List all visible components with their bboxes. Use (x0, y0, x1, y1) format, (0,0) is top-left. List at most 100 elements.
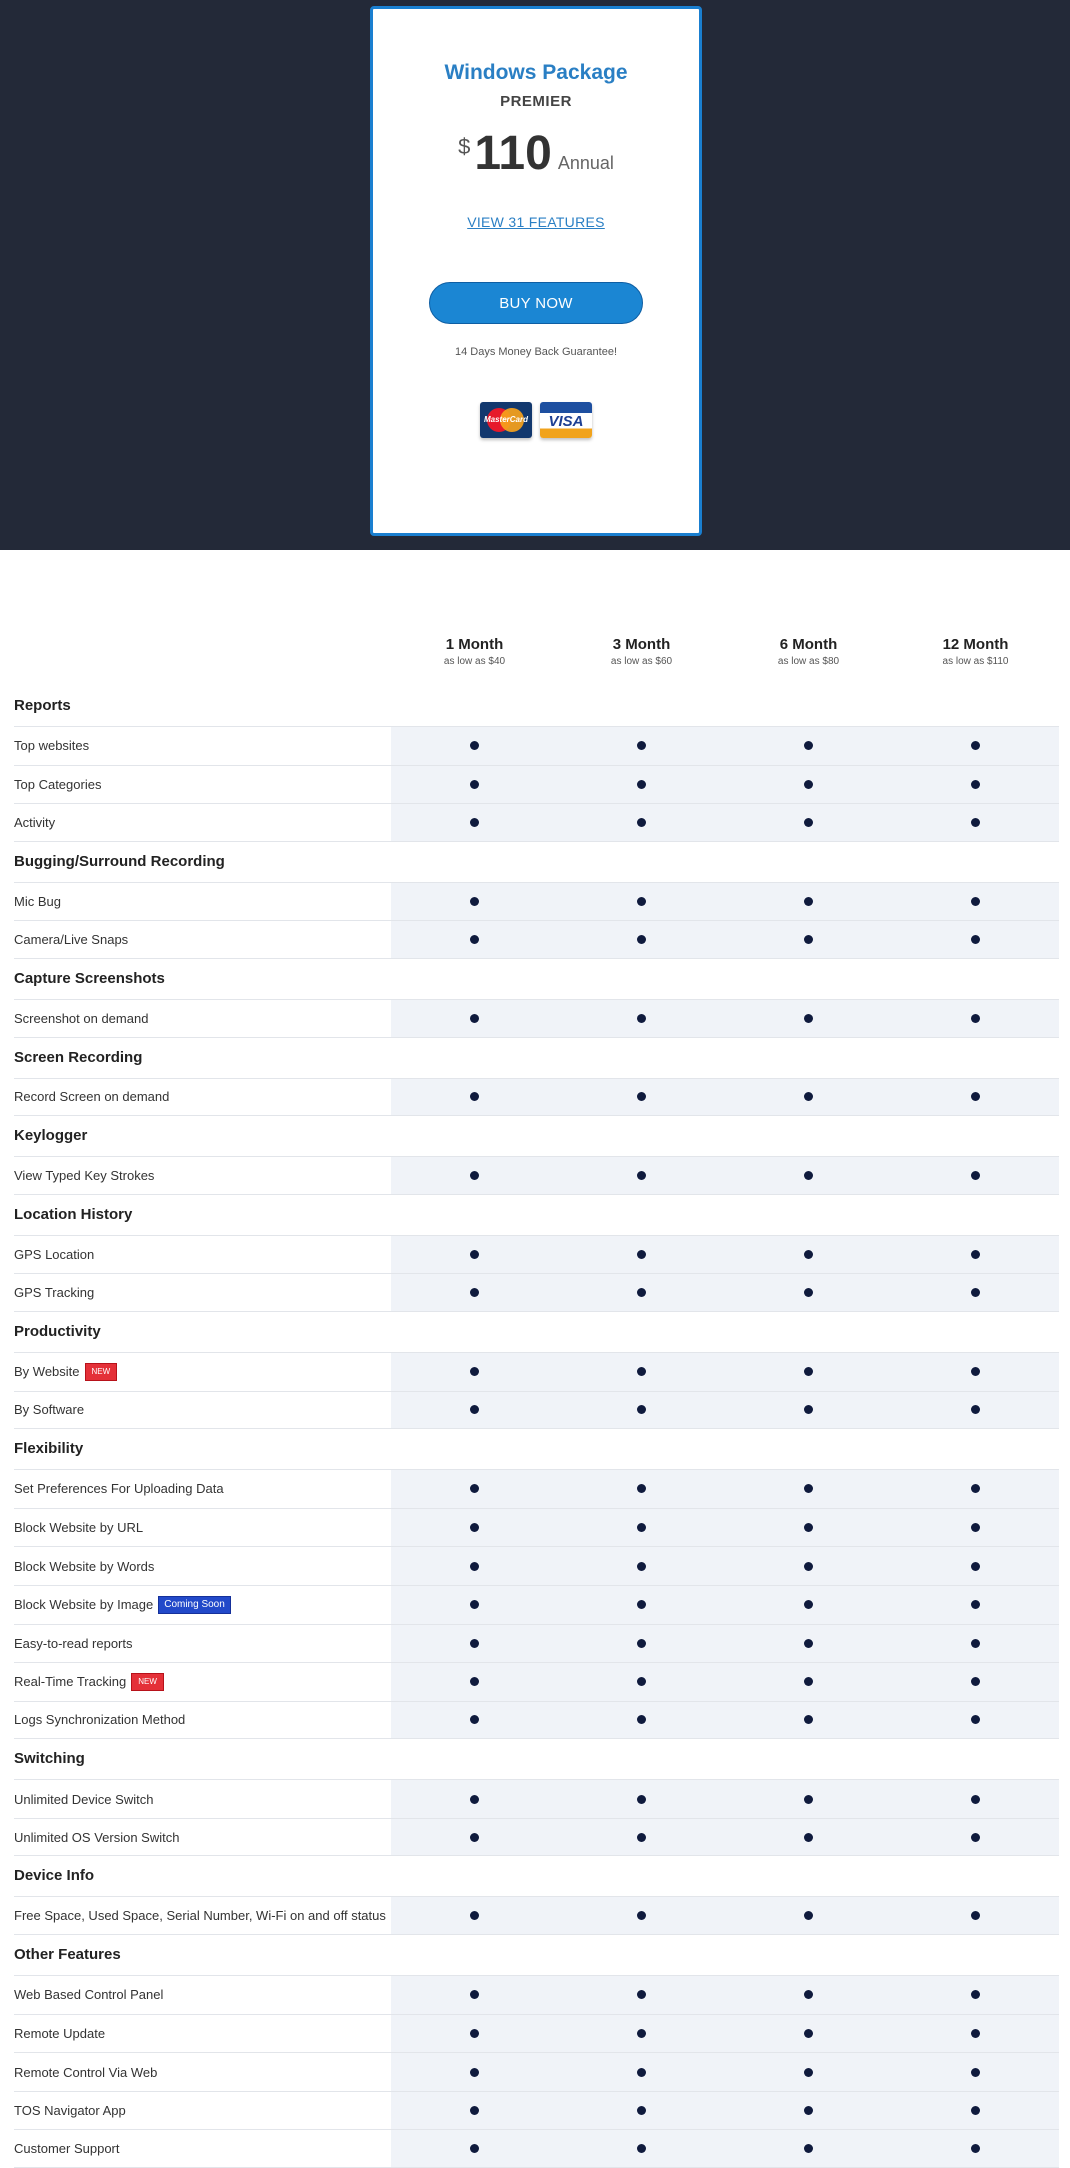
feature-name: Real-Time Tracking (14, 1674, 127, 1690)
feature-label: Camera/Live Snaps (14, 921, 391, 958)
plan-cell (725, 1663, 892, 1701)
included-dot-icon (804, 1170, 813, 1180)
included-dot-icon (971, 1600, 980, 1610)
table-row: Remote Update (14, 2013, 1059, 2053)
included-dot-icon (470, 2028, 479, 2038)
included-dot-icon (470, 1367, 479, 1377)
view-features-link[interactable]: VIEW 31 FEATURES (467, 214, 605, 230)
included-dot-icon (470, 1170, 479, 1180)
included-dot-icon (971, 1484, 980, 1494)
section-heading: Flexibility (14, 1440, 84, 1458)
included-dot-icon (637, 1911, 646, 1921)
plan-cell (892, 766, 1059, 804)
feature-name: View Typed Key Strokes (14, 1167, 155, 1183)
feature-name: By Software (14, 1402, 85, 1418)
package-title: Windows Package (444, 61, 628, 84)
included-dot-icon (470, 817, 479, 827)
feature-comparison-table: 1 Month as low as $40 3 Month as low as $60… (0, 550, 1070, 2168)
section-heading: Bugging/Surround Recording (14, 852, 225, 870)
feature-name: Free Space, Used Space, Serial Number, W… (14, 1908, 386, 1924)
included-dot-icon (804, 2028, 813, 2038)
plan-cell (391, 1586, 558, 1624)
plan-cell (558, 804, 725, 841)
included-dot-icon (470, 1677, 479, 1687)
plan-cell (391, 1274, 558, 1311)
plan-cell (558, 1509, 725, 1547)
included-dot-icon (637, 2144, 646, 2154)
included-dot-icon (470, 897, 479, 907)
plan-cell (558, 1274, 725, 1311)
feature-name: Web Based Control Panel (14, 1987, 164, 2003)
feature-name: GPS Tracking (14, 1285, 95, 1301)
new-badge: NEW (84, 1362, 118, 1381)
plan-cell (558, 1625, 725, 1663)
feature-label: Top websites (14, 727, 391, 765)
plan-cell (892, 1625, 1059, 1663)
included-dot-icon (637, 1523, 646, 1533)
included-dot-icon (971, 2144, 980, 2154)
plan-cell (558, 2053, 725, 2091)
included-dot-icon (637, 779, 646, 789)
included-dot-icon (971, 1638, 980, 1648)
pricing-card: Windows Package PREMIER $ 110 Annual VIE… (370, 6, 702, 536)
included-dot-icon (804, 1367, 813, 1377)
section-heading: Other Features (14, 1946, 121, 1964)
plan-name: 12 Month (942, 636, 1009, 653)
plan-cell (391, 727, 558, 765)
plan-cell (892, 1702, 1059, 1739)
included-dot-icon (470, 1990, 479, 2000)
buy-now-button[interactable]: BUY NOW (429, 282, 643, 324)
plan-cell (558, 1000, 725, 1037)
plan-cell (558, 1547, 725, 1585)
included-dot-icon (971, 1288, 980, 1298)
included-dot-icon (804, 2067, 813, 2077)
table-row: By Website NEW (14, 1351, 1059, 1391)
plan-cell (391, 2053, 558, 2091)
plan-cell (391, 1819, 558, 1856)
plan-cell (558, 1157, 725, 1194)
included-dot-icon (470, 1832, 479, 1842)
feature-label: Unlimited OS Version Switch (14, 1819, 391, 1856)
table-row: TOS Navigator App (14, 2090, 1059, 2130)
plan-cell (391, 1976, 558, 2014)
included-dot-icon (637, 817, 646, 827)
plan-cell (558, 727, 725, 765)
included-dot-icon (637, 2106, 646, 2116)
plan-cell (725, 1897, 892, 1934)
included-dot-icon (637, 1092, 646, 1102)
feature-name: Remote Control Via Web (14, 2064, 158, 2080)
feature-label: Activity (14, 804, 391, 841)
plan-cell (892, 1819, 1059, 1856)
plan-cell (558, 1780, 725, 1818)
new-badge: NEW (131, 1672, 164, 1691)
feature-name: Customer Support (14, 2141, 120, 2157)
plan-cell (725, 766, 892, 804)
table-row: Unlimited Device Switch (14, 1779, 1059, 1818)
table-row: Screenshot on demand (14, 998, 1059, 1038)
price: $ 110 Annual (373, 130, 699, 178)
table-row: GPS Tracking (14, 1273, 1059, 1312)
feature-label: GPS Location (14, 1236, 391, 1274)
included-dot-icon (971, 1013, 980, 1023)
package-tier: PREMIER (500, 93, 572, 110)
included-dot-icon (971, 779, 980, 789)
plan-cell (391, 1702, 558, 1739)
plan-cell (558, 921, 725, 958)
plan-column-3: 6 Month as low as $80 (725, 636, 892, 686)
included-dot-icon (804, 1288, 813, 1298)
included-dot-icon (804, 1250, 813, 1260)
plan-cell (725, 1780, 892, 1818)
plan-cell (391, 921, 558, 958)
plan-cell (558, 1897, 725, 1934)
feature-label: Remote Control Via Web (14, 2053, 391, 2091)
plan-cell (892, 921, 1059, 958)
included-dot-icon (470, 779, 479, 789)
plan-cell (725, 804, 892, 841)
section-heading: Productivity (14, 1322, 101, 1340)
table-row: Remote Control Via Web (14, 2052, 1059, 2091)
plan-cell (892, 1392, 1059, 1429)
plan-cell (725, 1509, 892, 1547)
included-dot-icon (637, 897, 646, 907)
plan-price-note: as low as $60 (610, 656, 673, 667)
included-dot-icon (470, 1638, 479, 1648)
